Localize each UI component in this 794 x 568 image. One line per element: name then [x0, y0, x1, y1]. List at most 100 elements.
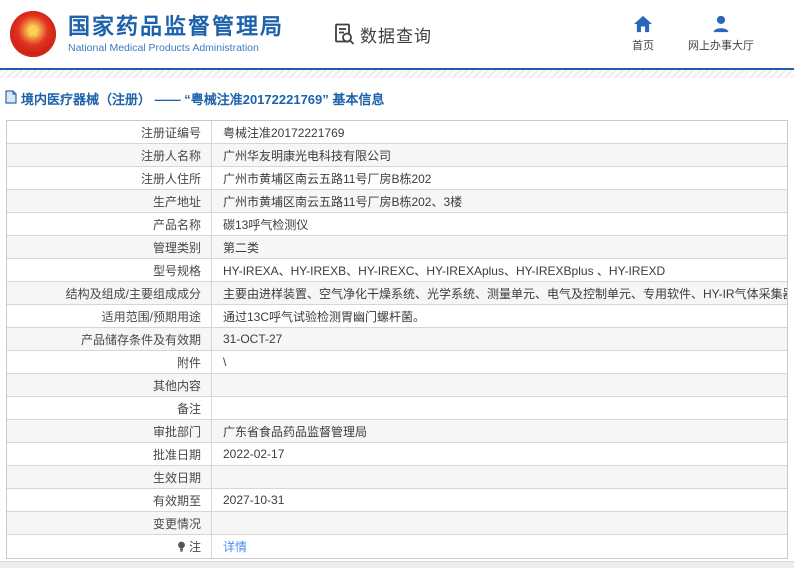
table-row: 管理类别 第二类 [7, 236, 787, 259]
field-label: 注册人住所 [140, 171, 201, 186]
field-label: 生效日期 [152, 470, 201, 485]
field-label: 注 [188, 540, 201, 554]
field-label: 备注 [176, 401, 201, 416]
field-value: 2022-02-17 [223, 447, 285, 461]
table-row: 注册人名称 广州华友明康光电科技有限公司 [7, 144, 787, 167]
table-row: 注册人住所 广州市黄埔区南云五路11号厂房B栋202 [7, 167, 787, 190]
field-label-cell: 注 [7, 535, 212, 558]
agency-name-cn: 国家药品监督管理局 [68, 14, 285, 40]
field-label: 审批部门 [152, 424, 201, 439]
field-value-cell [212, 374, 787, 396]
table-row: 变更情况 [7, 512, 787, 535]
field-label-cell: 注册人名称 [7, 144, 212, 166]
field-label: 结构及组成/主要组成成分 [65, 286, 201, 301]
field-value-cell: 碳13呼气检测仪 [212, 213, 787, 235]
user-icon [711, 15, 731, 33]
field-value: 通过13C呼气试验检测胃幽门螺杆菌。 [223, 309, 426, 324]
field-label: 型号规格 [152, 263, 201, 278]
nav-label-home: 首页 [632, 40, 654, 52]
data-query-section[interactable]: 数据查询 [332, 22, 432, 47]
field-value: 碳13呼气检测仪 [223, 217, 309, 232]
field-label: 有效期至 [152, 493, 201, 508]
nav-item-service-hall[interactable]: 网上办事大厅 [688, 15, 754, 53]
document-icon [5, 90, 17, 107]
data-query-icon [332, 22, 356, 46]
nav-label-service-hall: 网上办事大厅 [688, 40, 754, 52]
field-label: 管理类别 [152, 240, 201, 255]
table-row: 审批部门 广东省食品药品监督管理局 [7, 420, 787, 443]
table-row: 注 详情 [7, 535, 787, 558]
field-value-cell: 详情 [212, 535, 787, 558]
field-label: 其他内容 [152, 378, 201, 393]
field-value-cell [212, 512, 787, 534]
field-label-cell: 适用范围/预期用途 [7, 305, 212, 327]
page: ★ 国家药品监督管理局 National Medical Products Ad… [0, 0, 794, 568]
nav-item-home[interactable]: 首页 [632, 15, 654, 53]
field-value-cell: HY-IREXA、HY-IREXB、HY-IREXC、HY-IREXAplus、… [212, 259, 787, 281]
field-label: 适用范围/预期用途 [101, 309, 201, 324]
table-row: 产品名称 碳13呼气检测仪 [7, 213, 787, 236]
field-value: 主要由进样装置、空气净化干燥系统、光学系统、测量单元、电气及控制单元、专用软件、… [223, 286, 787, 301]
table-row: 其他内容 [7, 374, 787, 397]
home-icon [633, 15, 653, 33]
agency-title-block: 国家药品监督管理局 National Medical Products Admi… [68, 14, 284, 53]
table-row: 有效期至 2027-10-31 [7, 489, 787, 512]
field-value-cell: 第二类 [212, 236, 787, 258]
details-link[interactable]: 详情 [223, 538, 247, 555]
field-label-cell: 批准日期 [7, 443, 212, 465]
field-value-cell: 通过13C呼气试验检测胃幽门螺杆菌。 [212, 305, 787, 327]
breadcrumb: 境内医疗器械（注册） —— “粤械注准20172221769” 基本信息 [0, 78, 794, 117]
table-row: 备注 [7, 397, 787, 420]
field-label: 生产地址 [152, 194, 201, 209]
field-value: 第二类 [223, 240, 260, 255]
data-query-label: 数据查询 [360, 26, 433, 46]
table-row: 注册证编号 粤械注准20172221769 [7, 121, 787, 144]
field-label: 产品储存条件及有效期 [80, 332, 201, 347]
field-value-cell [212, 466, 787, 488]
top-nav: 首页 网上办事大厅 [632, 15, 754, 53]
field-label-cell: 备注 [7, 397, 212, 419]
field-value: 粤械注准20172221769 [223, 125, 345, 140]
field-value-cell: 31-OCT-27 [212, 328, 787, 350]
field-label: 注册证编号 [140, 125, 201, 140]
national-emblem-logo: ★ [10, 11, 56, 57]
field-value: 广东省食品药品监督管理局 [223, 424, 368, 439]
field-value-cell: 粤械注准20172221769 [212, 121, 787, 143]
table-row: 型号规格 HY-IREXA、HY-IREXB、HY-IREXC、HY-IREXA… [7, 259, 787, 282]
table-row: 生产地址 广州市黄埔区南云五路11号厂房B栋202、3楼 [7, 190, 787, 213]
table-row: 结构及组成/主要组成成分 主要由进样装置、空气净化干燥系统、光学系统、测量单元、… [7, 282, 787, 305]
table-row: 附件 \ [7, 351, 787, 374]
field-label-cell: 其他内容 [7, 374, 212, 396]
hatch-band [0, 70, 794, 78]
field-value-cell: 广州市黄埔区南云五路11号厂房B栋202、3楼 [212, 190, 787, 212]
field-value-cell: \ [212, 351, 787, 373]
field-value-cell: 2027-10-31 [212, 489, 787, 511]
field-label-cell: 变更情况 [7, 512, 212, 534]
field-value-cell: 2022-02-17 [212, 443, 787, 465]
field-label: 注册人名称 [140, 148, 201, 163]
field-value: 广州市黄埔区南云五路11号厂房B栋202 [223, 171, 432, 186]
field-label-cell: 结构及组成/主要组成成分 [7, 282, 212, 304]
field-value-cell: 广州华友明康光电科技有限公司 [212, 144, 787, 166]
star-icon: ★ [25, 21, 41, 41]
field-value: 广州华友明康光电科技有限公司 [223, 148, 392, 163]
bulb-icon [177, 541, 186, 553]
field-value: \ [223, 355, 227, 369]
field-value: 广州市黄埔区南云五路11号厂房B栋202、3楼 [223, 194, 463, 209]
field-label: 附件 [176, 355, 201, 370]
table-row: 生效日期 [7, 466, 787, 489]
field-label-cell: 审批部门 [7, 420, 212, 442]
field-value: 31-OCT-27 [223, 332, 283, 346]
field-value-cell: 广州市黄埔区南云五路11号厂房B栋202 [212, 167, 787, 189]
field-label-cell: 注册人住所 [7, 167, 212, 189]
field-value-cell: 广东省食品药品监督管理局 [212, 420, 787, 442]
field-label-cell: 附件 [7, 351, 212, 373]
field-label-cell: 生产地址 [7, 190, 212, 212]
field-label-cell: 产品储存条件及有效期 [7, 328, 212, 350]
table-row: 适用范围/预期用途 通过13C呼气试验检测胃幽门螺杆菌。 [7, 305, 787, 328]
page-title: 境内医疗器械（注册） —— “粤械注准20172221769” 基本信息 [21, 92, 385, 107]
field-value: 2027-10-31 [223, 493, 285, 507]
field-label-cell: 型号规格 [7, 259, 212, 281]
agency-name-en: National Medical Products Administration [68, 41, 259, 54]
field-value-cell [212, 397, 787, 419]
